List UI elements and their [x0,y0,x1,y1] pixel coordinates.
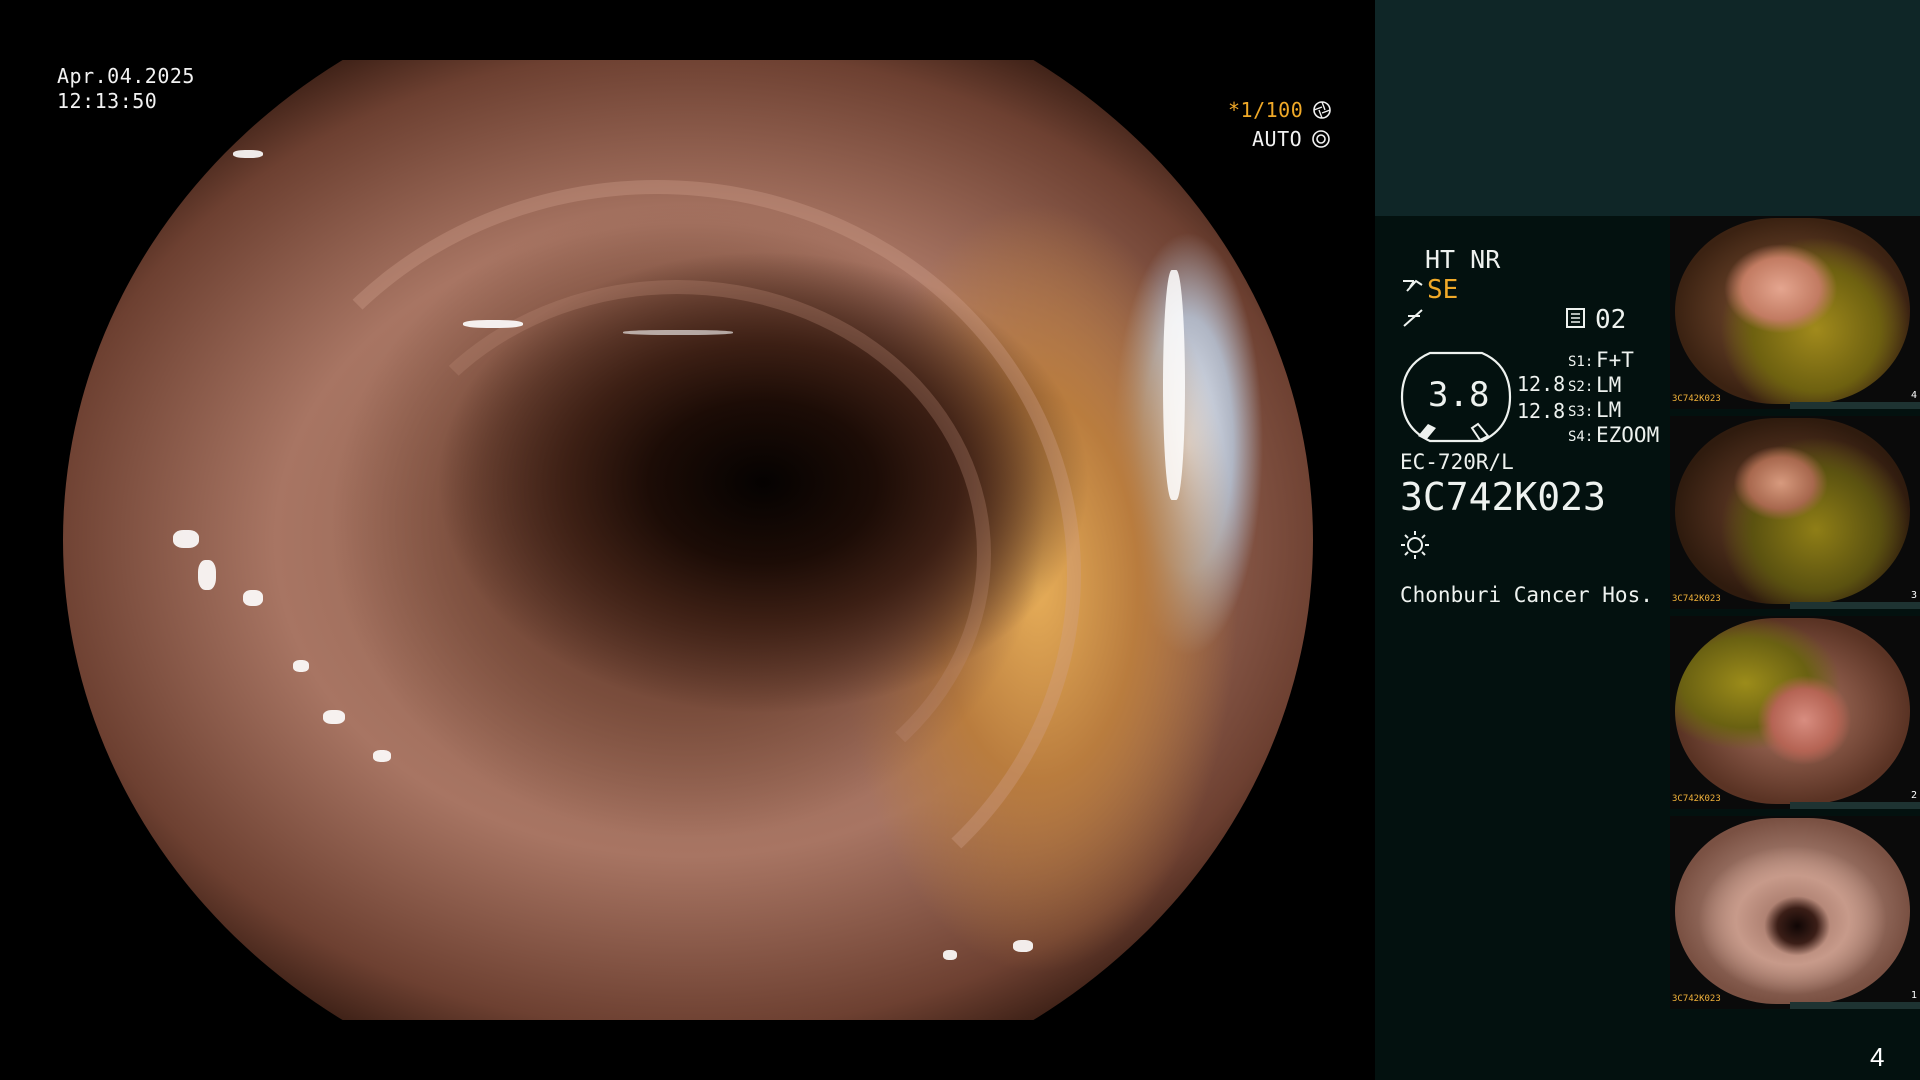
specular-highlight [173,530,199,548]
switch-4-label: S4: [1568,429,1594,445]
thumbnail-footer [1790,1002,1920,1009]
thumbnail-footer [1790,802,1920,809]
thumbnail-serial: 3C742K023 [1672,794,1721,804]
thumbnail-footer [1790,602,1920,609]
thumbnail-serial: 3C742K023 [1672,594,1721,604]
specular-highlight [198,560,216,590]
specular-highlight [373,750,391,762]
specular-highlight [1163,270,1185,500]
shutter-indicator: *1/100 [1228,98,1331,122]
switch-1-label: S1: [1568,354,1594,370]
specular-highlight [463,320,523,328]
page-number: 4 [1870,1042,1885,1072]
specular-highlight [233,150,263,158]
endoscope-view [63,60,1313,1020]
specular-highlight [1013,940,1033,952]
thumbnail-image [1675,418,1910,604]
auto-iris-icon [1312,130,1330,148]
switch-3-label: S3: [1568,404,1594,420]
thumbnail-serial: 3C742K023 [1672,994,1721,1004]
specular-highlight [623,330,733,335]
switch-3-value: LM [1596,398,1622,422]
specular-highlight [243,590,263,606]
specular-highlight [293,660,309,672]
capture-time: 12:13:50 [57,89,158,113]
freeze-icon [1402,306,1424,334]
thumbnail-number: 1 [1910,990,1917,1001]
specular-highlight [943,950,957,960]
specular-highlight [323,710,345,724]
switch-2-value: LM [1596,373,1622,397]
light-icon [1401,531,1429,559]
scope-serial: 3C742K023 [1400,475,1606,519]
thumbnail[interactable]: 3C742K023 1 [1670,816,1920,1009]
right-value-1: 12.8 [1517,372,1566,396]
panel-header-area [1375,0,1920,216]
hospital-name: Chonburi Cancer Hos. [1400,583,1653,607]
se-label: SE [1427,275,1459,305]
se-mode-icon [1402,276,1424,301]
scope-model: EC-720R/L [1400,450,1514,474]
mucosa-fold [363,280,991,828]
iris-mode: AUTO [1252,127,1303,151]
gauge-value: 3.8 [1428,375,1490,415]
capture-date: Apr.04.2025 [57,64,195,88]
thumbnail-footer [1790,402,1920,409]
switch-1-value: F+T [1596,348,1634,372]
ht-nr-label: HT NR [1425,245,1501,274]
thumbnail-number: 4 [1910,390,1917,401]
thumbnail-image [1675,218,1910,404]
switch-2-label: S2: [1568,379,1594,395]
memory-icon [1566,308,1585,328]
switch-4-value: EZOOM [1596,423,1660,447]
thumbnail-image [1675,818,1910,1004]
memory-value: 02 [1595,305,1627,335]
thumbnail[interactable]: 3C742K023 4 [1670,216,1920,409]
thumbnail-serial: 3C742K023 [1672,394,1721,404]
thumbnail-number: 2 [1910,790,1917,801]
right-value-2: 12.8 [1517,399,1566,423]
thumbnail[interactable]: 3C742K023 2 [1670,616,1920,809]
thumbnail-number: 3 [1910,590,1917,601]
thumbnail-image [1675,618,1910,804]
iris-indicator: AUTO [1252,127,1330,151]
shutter-speed: *1/100 [1228,98,1304,122]
shutter-icon [1313,101,1331,119]
thumbnail[interactable]: 3C742K023 3 [1670,416,1920,609]
